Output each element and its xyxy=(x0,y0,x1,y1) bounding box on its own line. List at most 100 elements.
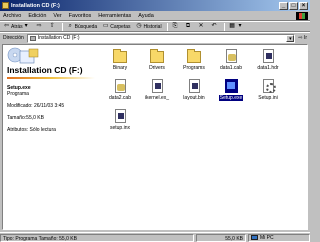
back-button[interactable]: ⇦ Atrás ▾ xyxy=(3,23,31,30)
web-view-panel: Installation CD (F:) Setup.exe Programa … xyxy=(7,47,97,227)
folder-up-icon: ⇧ xyxy=(49,23,55,29)
status-bar: Tipo: Programa Tamaño: 55,0 KB 55,0 KB M… xyxy=(0,232,310,242)
cd-drive-icon xyxy=(29,35,36,41)
title-bar: Installation CD (F:) _ □ × xyxy=(0,0,310,11)
cabinet-file-icon xyxy=(225,49,237,63)
selected-file-size: Tamaño:55,0 KB xyxy=(7,115,44,121)
selected-file-type: Programa xyxy=(7,91,29,97)
folder-view: Installation CD (F:) Setup.exe Programa … xyxy=(2,44,308,230)
setup-program-icon xyxy=(224,79,238,93)
file-item-data1-hdr[interactable]: data1.hdr xyxy=(249,49,287,71)
file-item-programs[interactable]: Programs xyxy=(175,49,213,71)
file-icon xyxy=(262,49,274,63)
search-icon: ⌕ xyxy=(68,23,72,29)
history-label: Historial xyxy=(143,23,162,30)
file-list: Binary Drivers Programs data1.cab data1.… xyxy=(101,49,307,209)
move-to-button[interactable]: ⎘ xyxy=(172,23,180,30)
search-label: Búsqueda xyxy=(74,23,98,30)
copy-to-icon: ⧉ xyxy=(185,23,191,29)
folder-icon xyxy=(150,49,164,63)
back-arrow-icon: ⇦ xyxy=(3,23,10,29)
address-bar: Dirección Installation CD (F:) ▾ ⇨ Ir xyxy=(0,32,310,43)
menu-favoritos[interactable]: Favoritos xyxy=(69,13,92,19)
menu-bar: Archivo Edición Ver Favoritos Herramient… xyxy=(0,11,310,21)
file-item-data1-cab[interactable]: data1.cab xyxy=(212,49,250,71)
address-label: Dirección xyxy=(3,35,24,41)
folders-icon: ▭ xyxy=(102,23,109,29)
file-label: data1.cab xyxy=(220,65,242,71)
chevron-down-icon: ▾ xyxy=(238,23,242,29)
panel-divider xyxy=(7,77,95,79)
file-item-setup-exe[interactable]: Setup.exe xyxy=(212,79,250,101)
menu-ayuda[interactable]: Ayuda xyxy=(138,13,154,19)
folder-icon xyxy=(187,49,201,63)
status-zone-label: Mi PC xyxy=(260,234,274,241)
delete-button[interactable]: ✕ xyxy=(198,23,206,30)
file-item-drivers[interactable]: Drivers xyxy=(138,49,176,71)
folders-label: Carpetas xyxy=(110,23,131,30)
views-icon: ▦ xyxy=(229,23,235,29)
cd-drive-icon xyxy=(2,2,9,9)
cabinet-file-icon xyxy=(114,79,126,93)
undo-icon: ↶ xyxy=(211,23,217,29)
file-label: Binary xyxy=(112,65,128,71)
history-button[interactable]: ◷ Historial xyxy=(136,23,162,30)
file-icon xyxy=(151,79,163,93)
folders-button[interactable]: ▭ Carpetas xyxy=(102,23,131,30)
close-button[interactable]: × xyxy=(299,1,308,10)
search-button[interactable]: ⌕ Búsqueda xyxy=(67,23,98,30)
file-item-setup-ini[interactable]: Setup.ini xyxy=(249,79,287,101)
delete-icon: ✕ xyxy=(198,23,204,29)
toolbar-separator xyxy=(223,22,225,31)
forward-button[interactable]: ⇨ xyxy=(36,23,44,30)
panel-title: Installation CD (F:) xyxy=(7,65,83,75)
status-size: 55,0 KB xyxy=(196,233,246,242)
file-icon xyxy=(188,79,200,93)
address-value: Installation CD (F:) xyxy=(37,35,80,41)
selected-file-attributes: Atributos: Sólo lectura xyxy=(7,127,56,133)
views-button[interactable]: ▦ ▾ xyxy=(229,23,245,30)
forward-arrow-icon: ⇨ xyxy=(36,23,42,29)
up-button[interactable]: ⇧ xyxy=(49,23,57,30)
file-label: Programs xyxy=(183,65,205,71)
copy-to-button[interactable]: ⧉ xyxy=(185,23,193,30)
go-arrow-icon: ⇨ xyxy=(298,35,303,41)
address-dropdown-button[interactable]: ▾ xyxy=(286,34,295,42)
my-computer-icon xyxy=(251,235,258,240)
status-zone: Mi PC xyxy=(248,233,310,242)
windows-logo-icon xyxy=(296,12,308,20)
file-item-ikernel[interactable]: ikernel.ex_ xyxy=(138,79,176,101)
address-input[interactable]: Installation CD (F:) ▾ xyxy=(26,33,296,43)
file-item-setup-inx[interactable]: setup.inx xyxy=(101,109,139,131)
menu-herramientas[interactable]: Herramientas xyxy=(98,13,131,19)
menu-archivo[interactable]: Archivo xyxy=(3,13,21,19)
folder-icon xyxy=(113,49,127,63)
file-label: setup.inx xyxy=(109,125,130,131)
back-label: Atrás xyxy=(11,23,23,30)
selected-file-modified: Modificado: 26/11/03 3:45 xyxy=(7,103,65,109)
file-label: data2.cab xyxy=(109,95,131,101)
file-item-layout-bin[interactable]: layout.bin xyxy=(175,79,213,101)
file-item-binary[interactable]: Binary xyxy=(101,49,139,71)
file-label: data1.hdr xyxy=(257,65,279,71)
minimize-button[interactable]: _ xyxy=(279,1,288,10)
toolbar-separator xyxy=(166,22,168,31)
file-label: ikernel.ex_ xyxy=(144,95,170,101)
menu-ver[interactable]: Ver xyxy=(53,13,61,19)
move-to-icon: ⎘ xyxy=(172,23,178,29)
history-icon: ◷ xyxy=(136,23,142,29)
undo-button[interactable]: ↶ xyxy=(211,23,219,30)
menu-edicion[interactable]: Edición xyxy=(28,13,46,19)
file-label: Setup.ini xyxy=(258,95,278,101)
folder-graphic-icon xyxy=(7,47,39,64)
window-title: Installation CD (F:) xyxy=(11,2,60,9)
file-label: layout.bin xyxy=(183,95,205,101)
go-label: Ir xyxy=(303,35,307,41)
go-button[interactable]: ⇨ Ir xyxy=(298,35,307,41)
chevron-down-icon: ▾ xyxy=(24,23,28,29)
file-item-data2-cab[interactable]: data2.cab xyxy=(101,79,139,101)
settings-file-icon xyxy=(262,79,276,93)
status-text: Tipo: Programa Tamaño: 55,0 KB xyxy=(0,233,194,242)
toolbar-separator xyxy=(61,22,63,31)
maximize-button[interactable]: □ xyxy=(289,1,298,10)
